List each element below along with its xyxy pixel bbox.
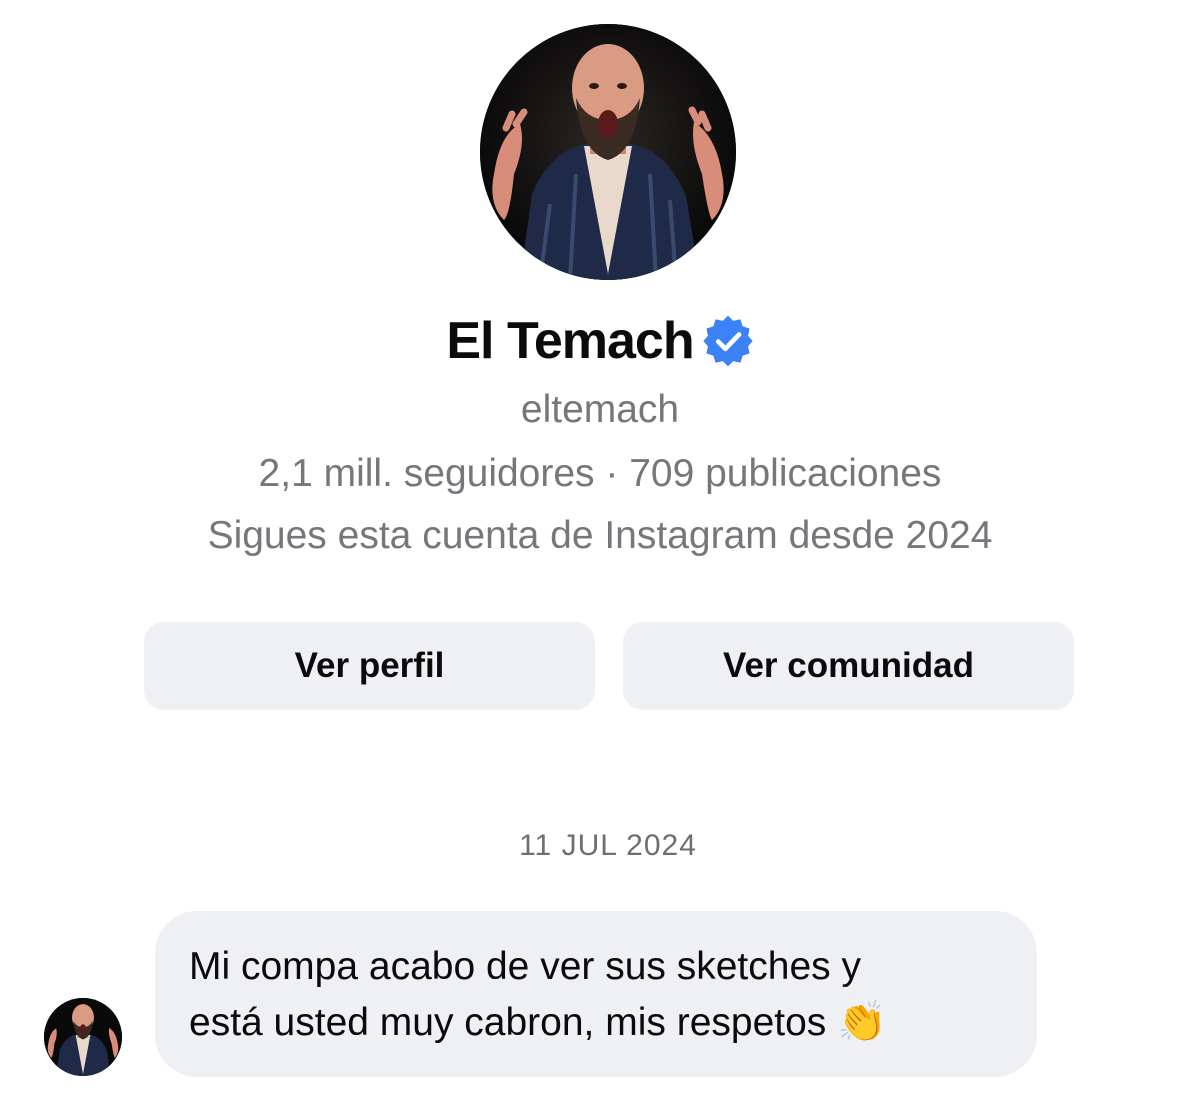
message-bubble[interactable]: Mi compa acabo de ver sus sketches y est… (155, 911, 1037, 1077)
profile-photo-icon (480, 24, 736, 280)
message-text: Mi compa acabo de ver sus sketches y est… (189, 939, 1003, 1051)
follower-stats: 2,1 mill. seguidores · 709 publicaciones (258, 452, 942, 495)
clapping-hands-emoji: 👏 (837, 1000, 887, 1044)
view-community-button[interactable]: Ver comunidad (623, 622, 1074, 710)
name-row: El Temach (0, 306, 1200, 376)
view-profile-button[interactable]: Ver perfil (144, 622, 595, 710)
verified-badge-icon (702, 315, 754, 367)
follow-since-text: Sigues esta cuenta de Instagram desde 20… (207, 514, 993, 557)
username: eltemach (520, 388, 680, 431)
display-name: El Temach (446, 312, 694, 370)
profile-avatar[interactable] (480, 24, 736, 280)
profile-header: El Temach eltemach 2,1 mill. seguidores … (0, 0, 1200, 560)
message-body: Mi compa acabo de ver sus sketches y est… (189, 945, 861, 1044)
sender-avatar[interactable] (44, 998, 122, 1076)
profile-photo-icon (44, 998, 122, 1076)
date-separator: 11 JUL 2024 (519, 829, 697, 862)
